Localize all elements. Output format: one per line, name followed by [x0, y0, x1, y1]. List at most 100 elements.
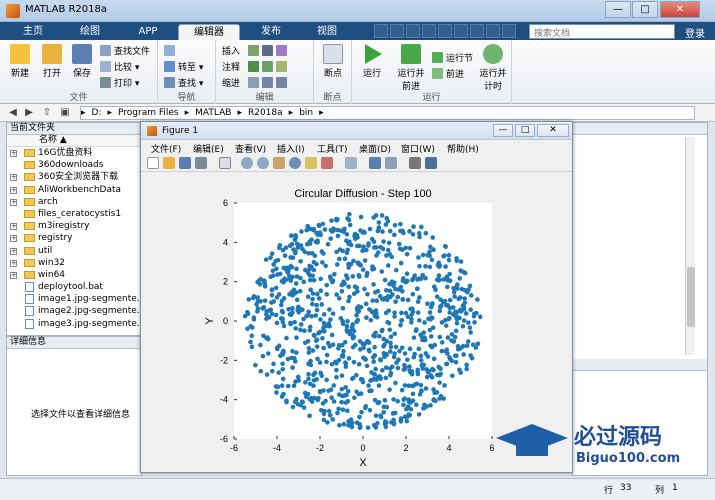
zoom-in-icon[interactable] — [241, 157, 253, 169]
breadcrumb-item[interactable]: MATLAB — [195, 108, 231, 118]
search-input[interactable]: 搜索文档 — [529, 24, 675, 39]
save-button[interactable]: 保存 — [68, 44, 96, 79]
brush-icon[interactable] — [321, 157, 333, 169]
close-button[interactable]: ✕ — [537, 124, 569, 137]
quick-access-icon[interactable] — [486, 24, 500, 38]
expand-icon[interactable]: + — [10, 235, 17, 243]
quick-access-icon[interactable] — [374, 24, 388, 38]
hide-tools-icon[interactable] — [409, 157, 421, 169]
link-plot-icon[interactable] — [345, 157, 357, 169]
expand-icon[interactable]: + — [10, 271, 17, 279]
new-figure-icon[interactable] — [147, 157, 159, 169]
quick-access-icon[interactable] — [438, 24, 452, 38]
run-time-button[interactable]: 运行并计时 — [476, 44, 510, 92]
file-item[interactable]: image1.jpg-segmente... — [7, 293, 145, 305]
find-button[interactable]: 查找 ▾ — [164, 77, 203, 91]
minimize-button[interactable]: — — [493, 124, 513, 137]
folder-item[interactable]: + win32 — [7, 257, 141, 269]
expand-icon[interactable]: + — [10, 223, 17, 231]
comment-icons[interactable] — [248, 61, 290, 75]
tab-plots[interactable]: 绘图 — [64, 24, 116, 40]
data-cursor-icon[interactable] — [305, 157, 317, 169]
file-item[interactable]: image2.jpg-segmente... — [7, 305, 145, 317]
forward-icon[interactable]: ▶ — [22, 106, 36, 120]
indent-button[interactable]: 缩进 — [222, 77, 240, 91]
quick-access-icon[interactable] — [406, 24, 420, 38]
pan-icon[interactable] — [273, 157, 285, 169]
folder-item[interactable]: +16G优盘资料 — [7, 147, 141, 159]
comment-button[interactable]: 注释 — [222, 61, 240, 75]
find-files-button[interactable]: 查找文件 — [100, 45, 150, 59]
file-item[interactable]: image3.jpg-segmente... — [7, 318, 145, 330]
new-button[interactable]: 新建 — [6, 44, 34, 79]
breadcrumb-item[interactable]: bin — [299, 108, 313, 118]
scatter-point — [407, 346, 413, 352]
advance-button[interactable]: 前进 — [432, 68, 464, 82]
compare-button[interactable]: 比较 ▾ — [100, 61, 139, 75]
maximize-button[interactable]: □ — [632, 1, 658, 18]
open-icon[interactable] — [163, 157, 175, 169]
scatter-point — [423, 386, 429, 391]
column-header-name[interactable]: 名称 ▲ — [7, 135, 141, 147]
path-breadcrumb[interactable]: ▸ D: ▸ Program Files ▸ MATLAB ▸ R2018a ▸ bin ▸ — [80, 106, 695, 120]
breadcrumb-item[interactable]: R2018a — [248, 108, 283, 118]
insert-button[interactable]: 插入 — [222, 45, 240, 59]
back-forward-button[interactable] — [164, 45, 178, 59]
save-icon[interactable] — [179, 157, 191, 169]
legend-icon[interactable] — [385, 157, 397, 169]
expand-icon[interactable]: + — [10, 198, 17, 206]
folder-item[interactable]: + registry — [7, 232, 141, 244]
tab-home[interactable]: 主页 — [8, 24, 58, 40]
breadcrumb-item[interactable]: Program Files — [118, 108, 179, 118]
run-button[interactable]: 运行 — [358, 44, 386, 79]
indent-icons[interactable] — [248, 77, 290, 91]
tab-view[interactable]: 视图 — [302, 24, 352, 40]
close-button[interactable]: ✕ — [660, 1, 700, 18]
browse-icon[interactable]: ▣ — [58, 106, 72, 120]
zoom-out-icon[interactable] — [257, 157, 269, 169]
quick-access-icon[interactable] — [470, 24, 484, 38]
folder-item[interactable]: + arch — [7, 196, 141, 208]
open-button[interactable]: 打开 — [38, 44, 66, 79]
breakpoints-button[interactable]: 断点 — [319, 44, 347, 79]
rotate-icon[interactable] — [289, 157, 301, 169]
expand-icon[interactable]: + — [10, 174, 17, 182]
pointer-icon[interactable] — [219, 157, 231, 169]
expand-icon[interactable]: + — [10, 259, 17, 267]
scatter-point — [417, 263, 422, 269]
folder-item[interactable]: + util — [7, 245, 141, 257]
run-advance-button[interactable]: 运行并前进 — [394, 44, 428, 92]
folder-item[interactable]: + m3iregistry — [7, 220, 141, 232]
show-tools-icon[interactable] — [425, 157, 437, 169]
scrollbar-thumb[interactable] — [687, 267, 695, 327]
folder-item[interactable]: 360downloads — [7, 159, 141, 171]
back-icon[interactable]: ◀ — [6, 106, 20, 120]
goto-button[interactable]: 转至 ▾ — [164, 61, 203, 75]
expand-icon[interactable]: + — [10, 186, 17, 194]
quick-access-icon[interactable] — [390, 24, 404, 38]
help-icon[interactable] — [502, 24, 516, 38]
run-section-button[interactable]: 运行节 — [432, 52, 473, 66]
expand-icon[interactable]: + — [10, 247, 17, 255]
up-folder-icon[interactable]: ⇧ — [40, 106, 54, 120]
breadcrumb-item[interactable]: D: — [92, 108, 102, 118]
expand-icon[interactable]: + — [10, 150, 17, 157]
folder-item[interactable]: + AliWorkbenchData — [7, 184, 141, 196]
tab-apps[interactable]: APP — [122, 24, 174, 40]
scrollbar[interactable] — [685, 137, 695, 355]
signin-button[interactable]: 登录 — [679, 25, 711, 40]
colorbar-icon[interactable] — [369, 157, 381, 169]
tab-publish[interactable]: 发布 — [246, 24, 296, 40]
minimize-button[interactable]: — — [605, 1, 631, 18]
folder-item[interactable]: +360安全浏览器下载 — [7, 171, 141, 183]
file-item[interactable]: deploytool.bat — [7, 281, 141, 293]
print-button[interactable]: 打印 ▾ — [100, 77, 139, 91]
quick-access-icon[interactable] — [422, 24, 436, 38]
tab-editor[interactable]: 编辑器 — [178, 24, 240, 40]
maximize-button[interactable]: □ — [515, 124, 535, 137]
insert-icons[interactable] — [248, 45, 290, 59]
folder-item[interactable]: + win64 — [7, 269, 141, 281]
print-icon[interactable] — [195, 157, 207, 169]
folder-item[interactable]: files_ceratocystis1 — [7, 208, 141, 220]
quick-access-icon[interactable] — [454, 24, 468, 38]
